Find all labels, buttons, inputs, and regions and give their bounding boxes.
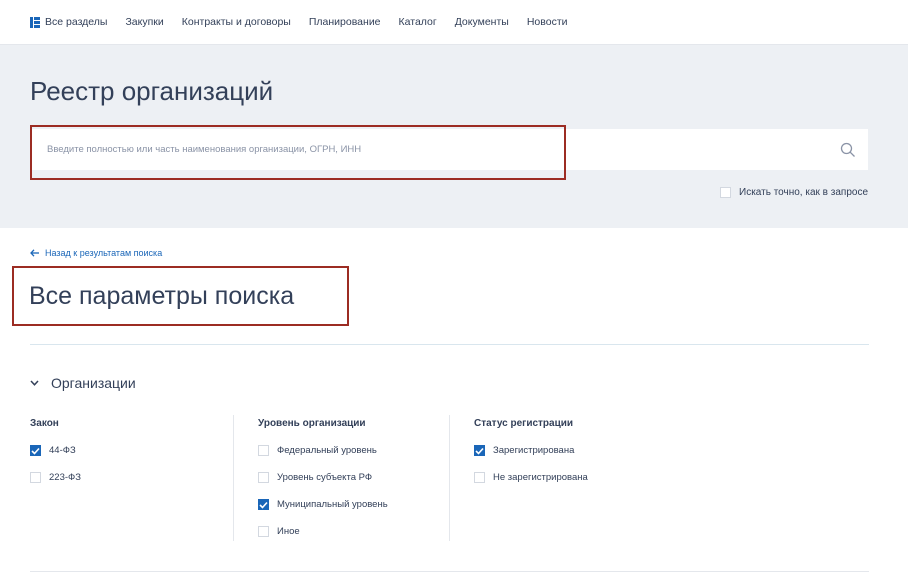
checkbox-municipal[interactable] — [258, 499, 269, 510]
checkbox-223fz[interactable] — [30, 472, 41, 483]
section-divider-bottom — [30, 571, 869, 572]
exact-match-label: Искать точно, как в запросе — [739, 187, 868, 198]
section-organizations-title: Организации — [51, 375, 136, 391]
nav-planning-label: Планирование — [308, 16, 381, 28]
sections-grid-icon — [30, 16, 40, 28]
filter-reg-status-title: Статус регистрации — [474, 418, 574, 429]
nav-all-sections-label: Все разделы — [45, 16, 108, 28]
filter-option-44fz[interactable]: 44-ФЗ — [30, 445, 76, 456]
option-regional-label: Уровень субъекта РФ — [277, 472, 373, 483]
top-navigation: Все разделы Закупки Контракты и договоры… — [0, 0, 908, 45]
checkbox-44fz[interactable] — [30, 445, 41, 456]
filter-option-federal[interactable]: Федеральный уровень — [258, 445, 377, 456]
nav-contracts-label: Контракты и договоры — [181, 16, 291, 28]
filter-option-municipal[interactable]: Муниципальный уровень — [258, 499, 388, 510]
registry-search-panel: Реестр организаций Искать точно, как в з… — [0, 45, 908, 228]
option-other-label: Иное — [277, 526, 300, 537]
checkbox-not-registered[interactable] — [474, 472, 485, 483]
filter-column-org-level: Уровень организации — [258, 418, 366, 432]
back-to-results-label: Назад к результатам поиска — [45, 248, 163, 258]
option-44fz-label: 44-ФЗ — [49, 445, 76, 456]
filter-option-regional[interactable]: Уровень субъекта РФ — [258, 472, 372, 483]
filter-option-registered[interactable]: Зарегистрирована — [474, 445, 574, 456]
checkbox-other[interactable] — [258, 526, 269, 537]
option-223fz-label: 223-ФЗ — [49, 472, 81, 483]
filter-option-223fz[interactable]: 223-ФЗ — [30, 472, 81, 483]
checkbox-registered[interactable] — [474, 445, 485, 456]
exact-match-checkbox[interactable] — [720, 187, 731, 198]
option-registered-label: Зарегистрирована — [493, 445, 575, 456]
column-separator-2 — [449, 415, 450, 541]
filter-option-not-registered[interactable]: Не зарегистрирована — [474, 472, 588, 483]
filter-law-title: Закон — [30, 418, 59, 429]
search-icon[interactable] — [840, 142, 856, 158]
checkbox-federal[interactable] — [258, 445, 269, 456]
filter-org-level-title: Уровень организации — [258, 418, 366, 429]
checkbox-regional[interactable] — [258, 472, 269, 483]
section-organizations-toggle[interactable]: Организации — [30, 375, 136, 391]
option-federal-label: Федеральный уровень — [277, 445, 377, 456]
section-divider-top — [30, 344, 869, 345]
nav-contracts[interactable]: Контракты и договоры — [182, 16, 291, 28]
nav-all-sections[interactable]: Все разделы — [30, 16, 107, 28]
search-input[interactable] — [30, 129, 830, 170]
option-not-registered-label: Не зарегистрирована — [493, 472, 588, 483]
search-params-title: Все параметры поиска — [29, 282, 295, 310]
nav-documents-label: Документы — [454, 16, 509, 28]
page-title: Реестр организаций — [30, 76, 274, 106]
nav-news-label: Новости — [526, 16, 568, 28]
search-box — [30, 129, 868, 170]
nav-documents[interactable]: Документы — [455, 16, 509, 28]
arrow-left-icon — [30, 249, 39, 257]
option-municipal-label: Муниципальный уровень — [277, 499, 388, 510]
back-to-results-link[interactable]: Назад к результатам поиска — [30, 248, 162, 258]
chevron-down-icon — [30, 380, 39, 386]
filter-option-other[interactable]: Иное — [258, 526, 300, 537]
nav-news[interactable]: Новости — [527, 16, 568, 28]
nav-catalog[interactable]: Каталог — [399, 16, 437, 28]
nav-planning[interactable]: Планирование — [309, 16, 381, 28]
nav-catalog-label: Каталог — [398, 16, 437, 28]
nav-purchases[interactable]: Закупки — [125, 16, 163, 28]
exact-match-option[interactable]: Искать точно, как в запросе — [720, 187, 868, 198]
filter-column-law: Закон — [30, 418, 59, 432]
nav-purchases-label: Закупки — [125, 16, 164, 28]
column-separator-1 — [233, 415, 234, 541]
filter-column-reg-status: Статус регистрации — [474, 418, 573, 432]
